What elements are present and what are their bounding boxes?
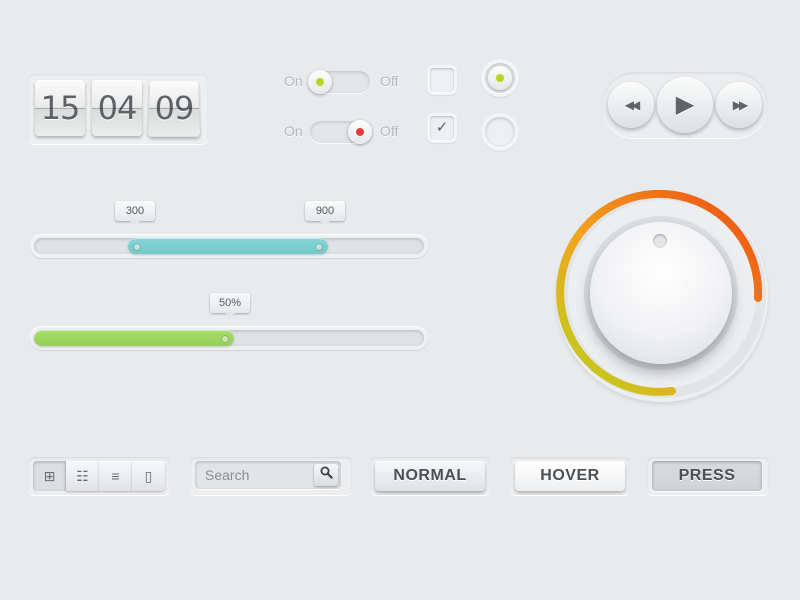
range-handle-low[interactable] — [133, 243, 141, 251]
toggle-switch-off[interactable] — [310, 120, 372, 144]
range-slider-fill — [128, 238, 328, 254]
play-button[interactable]: ▶ — [657, 77, 713, 133]
search-box — [190, 457, 352, 495]
checkmark-icon: ✓ — [435, 119, 449, 136]
progress-slider[interactable] — [30, 326, 428, 350]
flip-clock: 15 04 09 — [28, 74, 208, 144]
rewind-icon: ◀◀ — [624, 98, 641, 112]
progress-handle[interactable] — [221, 335, 229, 343]
toggle-knob[interactable] — [308, 70, 332, 94]
toggle-indicator-green — [316, 78, 324, 86]
checkbox-frame — [427, 65, 457, 95]
detail-list-view-button[interactable]: ☷ — [66, 461, 99, 491]
checkbox-checked[interactable]: ✓ — [430, 116, 454, 140]
list-view-icon: ≡ — [111, 468, 120, 484]
radio-selected[interactable] — [485, 63, 515, 93]
press-button-frame: PRESS — [647, 457, 769, 495]
toggle-indicator-red — [356, 128, 364, 136]
clock-seconds: 09 — [147, 81, 201, 137]
checkbox-unchecked[interactable] — [430, 68, 454, 92]
toggle-off-label: Off — [380, 123, 399, 139]
radio-indicator-green — [496, 74, 504, 82]
press-button[interactable]: PRESS — [652, 461, 762, 491]
hover-button[interactable]: HOVER — [515, 461, 625, 491]
normal-button-frame: NORMAL — [370, 457, 490, 495]
knob-dial[interactable] — [590, 222, 732, 364]
toggle-off-label: Off — [380, 73, 399, 89]
knob-indicator — [653, 234, 667, 248]
radio-knob — [488, 66, 512, 90]
fast-forward-icon: ▶▶ — [732, 98, 749, 112]
radio-unselected[interactable] — [485, 117, 515, 147]
checkbox-frame: ✓ — [427, 113, 457, 143]
view-switcher: ⊞ ☷ ≡ ▯ — [28, 457, 170, 495]
range-handle-high[interactable] — [315, 243, 323, 251]
range-max-tooltip: 900 — [305, 201, 345, 226]
toggle-switch-on[interactable] — [308, 70, 370, 94]
search-button[interactable] — [314, 464, 338, 486]
fast-forward-button[interactable]: ▶▶ — [716, 82, 762, 128]
progress-tooltip: 50% — [210, 293, 250, 318]
cover-flow-view-icon: ▯ — [144, 468, 153, 484]
list-view-button[interactable]: ≡ — [99, 461, 132, 491]
radio-frame — [481, 113, 519, 151]
cover-flow-view-button[interactable]: ▯ — [132, 461, 165, 491]
toggle-knob[interactable] — [348, 120, 372, 144]
toggle-row-2: On Off — [284, 120, 414, 144]
clock-hours: 15 — [35, 80, 85, 136]
grid-view-button[interactable]: ⊞ — [33, 461, 66, 491]
media-controls: ◀◀ ▶ ▶▶ — [602, 72, 768, 138]
normal-button[interactable]: NORMAL — [375, 461, 485, 491]
hover-button-frame: HOVER — [510, 457, 630, 495]
play-icon: ▶ — [675, 91, 695, 118]
rewind-button[interactable]: ◀◀ — [608, 82, 654, 128]
search-icon — [320, 466, 333, 482]
progress-slider-fill — [34, 330, 234, 346]
clock-minutes: 04 — [92, 80, 142, 136]
toggle-on-label: On — [284, 73, 303, 89]
range-min-tooltip: 300 — [115, 201, 155, 226]
detail-list-view-icon: ☷ — [76, 468, 89, 484]
toggle-row-1: On Off — [284, 70, 414, 94]
toggle-on-label: On — [284, 123, 303, 139]
rotary-knob[interactable] — [556, 190, 768, 402]
range-slider[interactable] — [30, 234, 428, 258]
grid-view-icon: ⊞ — [43, 468, 56, 484]
radio-frame — [481, 59, 519, 97]
